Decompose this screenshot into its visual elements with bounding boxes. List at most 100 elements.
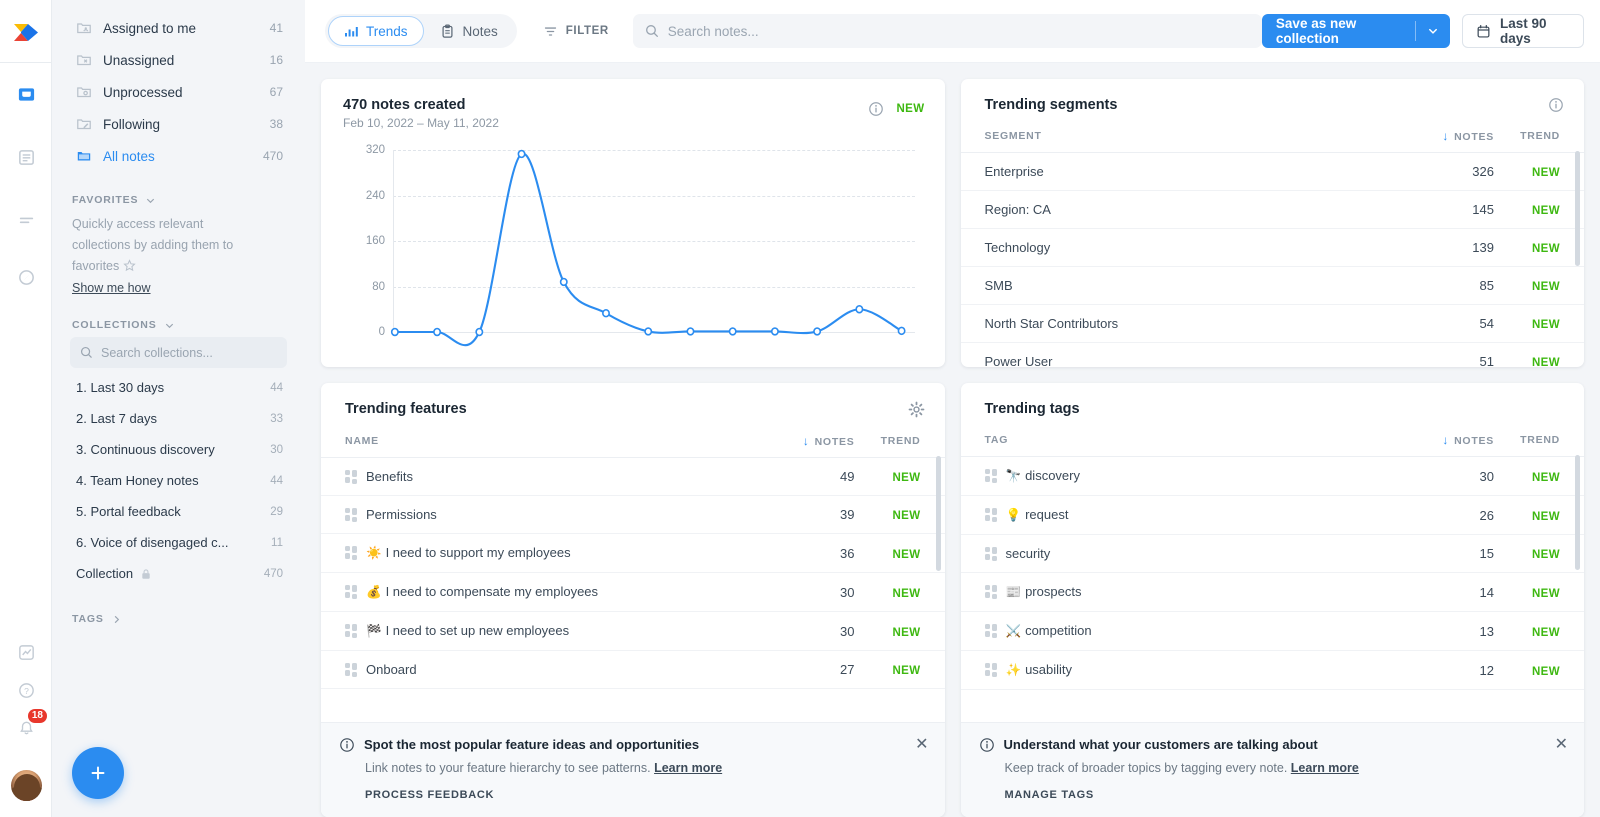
table-row[interactable]: ✨ usability 12 NEW [960, 650, 1584, 690]
chart-data-point[interactable] [603, 310, 609, 317]
info-icon [339, 737, 355, 753]
table-row[interactable]: Technology 139 NEW [960, 228, 1584, 267]
tags-section-header[interactable]: TAGS [52, 613, 305, 625]
notes-icon[interactable] [14, 145, 38, 169]
chart-data-point[interactable] [392, 329, 398, 336]
table-row[interactable]: 🏁 I need to set up new employees 30 NEW [321, 611, 945, 651]
search-notes-box[interactable] [632, 14, 1262, 48]
avatar[interactable] [11, 770, 42, 801]
table-row[interactable]: Onboard 27 NEW [321, 650, 945, 689]
process-feedback-button[interactable]: PROCESS FEEDBACK [365, 789, 927, 801]
search-input[interactable] [667, 23, 1250, 39]
chart-data-point[interactable] [518, 151, 524, 158]
table-row[interactable]: Power User 51 NEW [960, 342, 1584, 367]
tab-trends[interactable]: Trends [328, 16, 424, 46]
segments-table-wrapper[interactable]: SEGMENT ↓ NOTES TREND Enterprise 326 NEW Reg… [960, 129, 1584, 367]
filter-button[interactable]: FILTER [543, 24, 609, 39]
chart-data-point[interactable] [898, 327, 904, 334]
collection-item[interactable]: 6. Voice of disengaged c... 11 [56, 527, 301, 558]
table-row[interactable]: security 15 NEW [960, 534, 1584, 573]
collection-item[interactable]: Collection 470 [56, 558, 301, 589]
close-icon[interactable]: ✕ [915, 737, 928, 753]
collection-item[interactable]: 5. Portal feedback 29 [56, 496, 301, 527]
show-me-how-link[interactable]: Show me how [72, 281, 151, 295]
features-scrollbar[interactable] [935, 456, 941, 571]
column-header-trend[interactable]: TREND [854, 434, 945, 458]
sidebar-item-label: Unprocessed [103, 84, 183, 100]
chart-data-point[interactable] [687, 328, 693, 335]
row-label: request [1025, 507, 1069, 522]
row-notes-count: 54 [1384, 304, 1494, 343]
learn-more-link[interactable]: Learn more [654, 761, 722, 775]
chart-data-point[interactable] [645, 328, 651, 335]
search-collections-input[interactable] [101, 345, 277, 360]
column-header-notes[interactable]: ↓ NOTES [1384, 433, 1494, 457]
column-header-notes[interactable]: ↓ NOTES [744, 434, 855, 458]
row-trend: NEW [1494, 572, 1584, 612]
collection-item[interactable]: 4. Team Honey notes 44 [56, 465, 301, 496]
gear-icon[interactable] [908, 401, 925, 418]
column-header-name[interactable]: NAME [321, 434, 745, 458]
chart-data-point[interactable] [772, 328, 778, 335]
info-icon[interactable] [1548, 97, 1564, 113]
chart-data-point[interactable] [856, 306, 862, 313]
table-row[interactable]: 💡 request 26 NEW [960, 495, 1584, 535]
chart-new-badge: NEW [896, 103, 925, 115]
sidebar-item-unassigned[interactable]: Unassigned 16 [56, 44, 301, 76]
sidebar-item-following[interactable]: Following 38 [56, 108, 301, 140]
row-label: I need to set up new employees [385, 623, 570, 638]
chart-data-point[interactable] [814, 328, 820, 335]
column-header-segment[interactable]: SEGMENT [960, 129, 1384, 153]
help-icon[interactable]: ? [14, 678, 38, 702]
collections-search-box[interactable] [70, 337, 287, 368]
table-row[interactable]: 📰 prospects 14 NEW [960, 572, 1584, 612]
chart-plot-area: 320 240 160 80 0 [366, 144, 915, 335]
manage-tags-button[interactable]: MANAGE TAGS [1005, 789, 1567, 801]
notifications-icon[interactable]: 18 [14, 709, 47, 740]
close-icon[interactable]: ✕ [1555, 737, 1568, 753]
table-row[interactable]: Enterprise 326 NEW [960, 152, 1584, 191]
info-icon[interactable] [868, 101, 884, 117]
date-range-button[interactable]: Last 90 days [1461, 14, 1584, 48]
sidebar-item-assigned-to-me[interactable]: Assigned to me 41 [56, 12, 301, 44]
row-label: Technology [984, 240, 1051, 255]
chart-data-point[interactable] [561, 279, 567, 286]
collection-label: 1. Last 30 days [76, 380, 165, 395]
save-as-new-collection-button[interactable]: Save as new collection [1261, 14, 1450, 48]
table-row[interactable]: Benefits 49 NEW [321, 457, 945, 496]
segments-scrollbar[interactable] [1575, 151, 1580, 266]
add-note-button[interactable] [72, 747, 124, 799]
chart-data-point[interactable] [434, 329, 440, 336]
compass-icon[interactable] [14, 265, 38, 289]
row-trend: NEW [854, 572, 945, 612]
list-icon[interactable] [14, 208, 38, 232]
table-row[interactable]: North Star Contributors 54 NEW [960, 304, 1584, 343]
collection-item[interactable]: 2. Last 7 days 33 [56, 403, 301, 434]
sidebar-item-unprocessed[interactable]: Unprocessed 67 [56, 76, 301, 108]
favorites-section-header[interactable]: FAVORITES [52, 194, 305, 206]
column-header-trend[interactable]: TREND [1494, 433, 1584, 457]
tags-scrollbar[interactable] [1575, 455, 1580, 570]
tab-notes[interactable]: Notes [424, 16, 514, 46]
learn-more-link[interactable]: Learn more [1291, 761, 1359, 775]
collection-item[interactable]: 1. Last 30 days 44 [56, 372, 301, 403]
column-header-notes[interactable]: ↓ NOTES [1384, 129, 1494, 153]
table-row[interactable]: Permissions 39 NEW [321, 495, 945, 534]
sidebar-item-all-notes[interactable]: All notes 470 [56, 140, 301, 172]
collections-section-header[interactable]: COLLECTIONS [52, 319, 305, 331]
insights-icon[interactable] [14, 640, 38, 664]
chevron-down-icon[interactable] [1416, 25, 1450, 37]
chart-data-point[interactable] [730, 328, 736, 335]
app-logo[interactable] [11, 18, 41, 48]
collection-item[interactable]: 3. Continuous discovery 30 [56, 434, 301, 465]
table-row[interactable]: Region: CA 145 NEW [960, 190, 1584, 229]
table-row[interactable]: ⚔️ competition 13 NEW [960, 611, 1584, 651]
table-row[interactable]: 🔭 discovery 30 NEW [960, 456, 1584, 496]
table-row[interactable]: SMB 85 NEW [960, 266, 1584, 305]
table-row[interactable]: ☀️ I need to support my employees 36 NEW [321, 533, 945, 573]
inbox-icon[interactable] [14, 82, 38, 106]
chart-data-point[interactable] [476, 329, 482, 336]
column-header-tag[interactable]: TAG [960, 433, 1384, 457]
column-header-trend[interactable]: TREND [1494, 129, 1584, 153]
table-row[interactable]: 💰 I need to compensate my employees 30 NEW [321, 572, 945, 612]
